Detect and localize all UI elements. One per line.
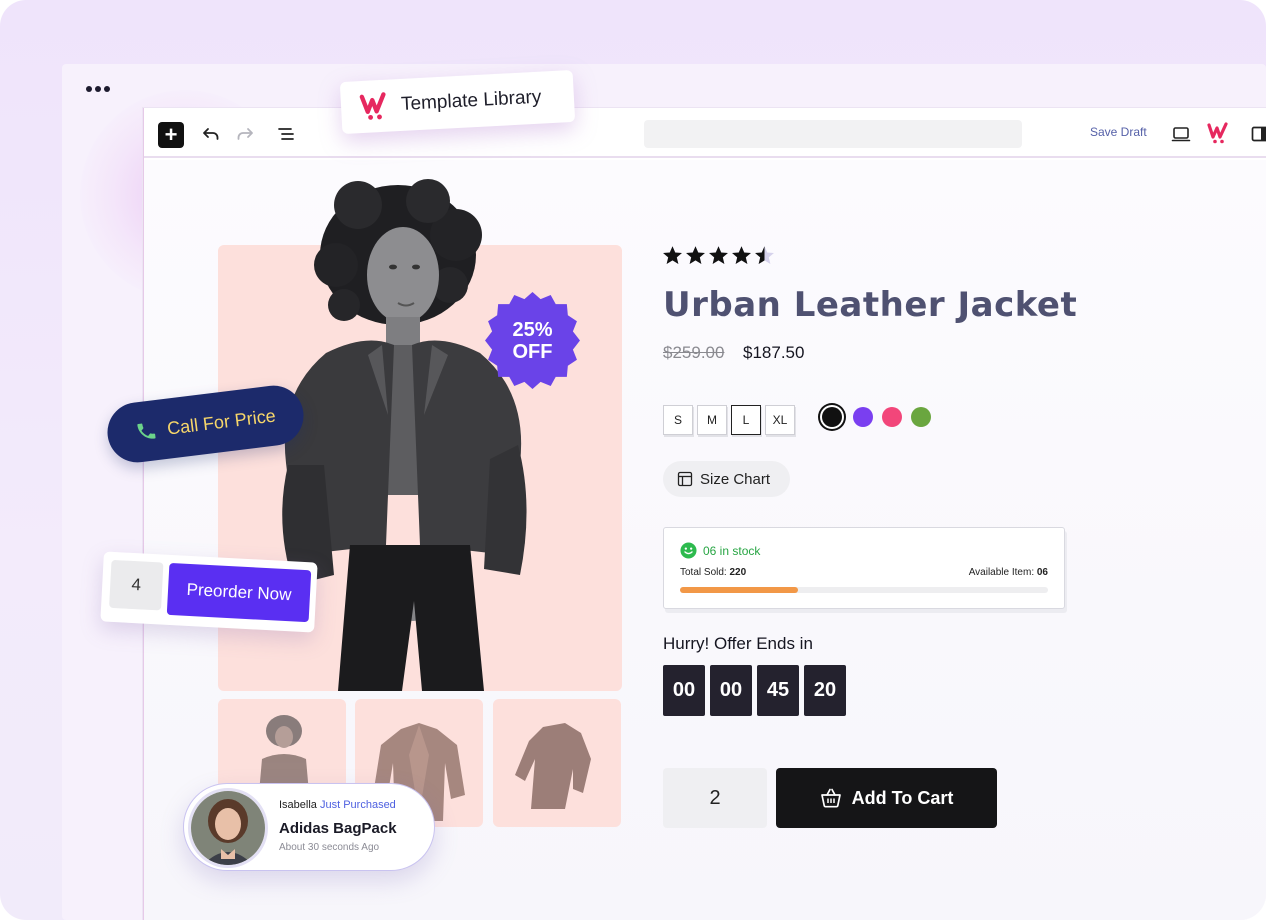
color-swatch[interactable] <box>911 407 931 427</box>
countdown-cell: 00 <box>663 665 705 716</box>
star-rating <box>662 245 775 266</box>
save-draft-button[interactable]: Save Draft <box>1090 125 1147 139</box>
stock-status-label: 06 in stock <box>703 543 761 558</box>
purchase-action: Just Purchased <box>319 799 396 811</box>
avatar <box>188 788 268 868</box>
product-title: Urban Leather Jacket <box>663 285 1078 325</box>
title-input[interactable] <box>644 120 1022 148</box>
undo-icon[interactable] <box>201 124 221 144</box>
stock-progress-fill <box>680 587 798 593</box>
star-icon <box>755 246 774 265</box>
size-option-m[interactable]: M <box>697 405 727 435</box>
preorder-widget: 4 Preorder Now <box>100 551 318 633</box>
discount-badge: 25% OFF <box>482 290 583 391</box>
table-icon <box>677 471 693 487</box>
discount-off: OFF <box>512 340 553 363</box>
available-items-label: Available Item: <box>968 567 1035 578</box>
quantity-input[interactable]: 2 <box>663 768 767 828</box>
editor-toolbar: + Save Draft <box>144 108 1266 158</box>
size-option-xl[interactable]: XL <box>765 405 795 435</box>
discount-percent: 25% <box>512 318 553 341</box>
more-options-icon[interactable] <box>86 86 110 92</box>
stock-status: 06 in stock <box>680 542 760 559</box>
countdown-cell: 45 <box>757 665 799 716</box>
color-swatch[interactable] <box>882 407 902 427</box>
purchased-item: Adidas BagPack <box>279 820 397 837</box>
phone-icon <box>137 423 156 439</box>
basket-icon <box>820 788 841 808</box>
size-chart-label: Size Chart <box>700 470 771 488</box>
thumbnail-jacket-side-image <box>515 723 591 809</box>
purchase-time: About 30 seconds Ago <box>279 842 380 853</box>
template-library-label: Template Library <box>400 86 542 115</box>
total-sold-label: Total Sold: <box>680 567 727 578</box>
desktop-preview-icon[interactable] <box>1171 124 1191 144</box>
preorder-quantity-input[interactable]: 4 <box>109 559 164 611</box>
purchase-buyer-line: Isabella Just Purchased <box>279 799 396 811</box>
star-icon <box>709 246 728 265</box>
recent-purchase-popup[interactable]: Isabella Just Purchased Adidas BagPack A… <box>183 783 435 871</box>
total-sold: Total Sold: 220 <box>680 567 746 578</box>
star-icon <box>663 246 682 265</box>
size-option-s[interactable]: S <box>663 405 693 435</box>
product-thumbnail-3[interactable] <box>493 699 621 827</box>
original-price: $259.00 <box>663 343 725 362</box>
wowstore-logo-icon[interactable] <box>1207 122 1231 144</box>
total-sold-value: 220 <box>729 567 747 578</box>
preorder-button[interactable]: Preorder Now <box>166 562 312 623</box>
plus-icon[interactable]: + <box>158 122 184 148</box>
buyer-name: Isabella <box>279 799 317 811</box>
color-swatch[interactable] <box>853 407 873 427</box>
size-selector: S M L XL <box>663 405 795 435</box>
add-to-cart-label: Add To Cart <box>851 787 954 808</box>
sale-price: $187.50 <box>743 343 805 362</box>
star-icon <box>686 246 705 265</box>
call-for-price-label: Call For Price <box>166 404 277 439</box>
available-items: Available Item: 06 <box>969 567 1048 578</box>
countdown-timer: 00 00 45 20 <box>663 665 846 716</box>
color-swatch[interactable] <box>822 407 842 427</box>
available-items-value: 06 <box>1036 567 1048 578</box>
list-view-icon[interactable] <box>276 124 296 144</box>
add-to-cart-button[interactable]: Add To Cart <box>776 768 997 828</box>
size-option-l[interactable]: L <box>731 405 761 435</box>
countdown-cell: 20 <box>804 665 846 716</box>
countdown-label: Hurry! Offer Ends in <box>663 634 813 653</box>
wowstore-logo-icon <box>359 92 386 120</box>
stock-progress-track <box>680 587 1048 593</box>
size-chart-button[interactable]: Size Chart <box>663 461 790 497</box>
color-selector <box>820 407 931 427</box>
star-icon <box>732 246 751 265</box>
countdown-cell: 00 <box>710 665 752 716</box>
redo-icon[interactable] <box>235 124 255 144</box>
app-background: + Save Draft Template Library 25% OFF Ca… <box>0 0 1266 920</box>
settings-panel-icon[interactable] <box>1250 124 1266 144</box>
smile-icon <box>680 542 697 559</box>
stock-widget: 06 in stock Total Sold: 220 Available It… <box>663 527 1065 609</box>
